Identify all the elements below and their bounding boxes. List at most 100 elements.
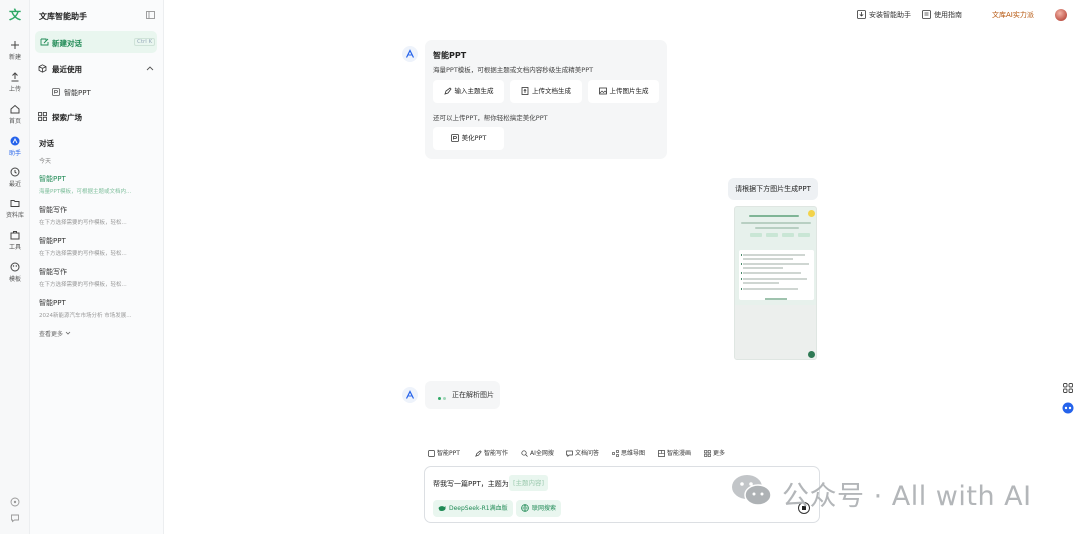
assistant-float-icon[interactable]: [1062, 402, 1074, 414]
rail-tools[interactable]: 工具: [0, 230, 30, 254]
beautify-label: 美化PPT: [461, 134, 487, 142]
conversation-item[interactable]: 智能PPT 2024新能源汽车市场分析 市场发展...: [39, 298, 157, 319]
ppt-icon: [428, 449, 435, 457]
tool-more[interactable]: 更多: [704, 448, 725, 458]
grid-icon: [38, 112, 47, 121]
rail-assistant[interactable]: 助手: [0, 136, 30, 160]
conversation-item[interactable]: 智能写作 在下方选择需要的写作模板，轻松...: [39, 205, 157, 226]
image-generate-button[interactable]: 上传图片生成: [588, 80, 659, 103]
new-chat-shortcut: Ctrl K: [134, 38, 156, 46]
user-message: 请根据下方图片生成PPT: [728, 178, 818, 200]
rail-label: 首页: [8, 118, 21, 125]
card-note: 还可以上传PPT，帮你轻松搞定美化PPT: [433, 114, 548, 122]
vip-link[interactable]: 文库AI实力派: [992, 10, 1034, 22]
apps-float-icon[interactable]: [1062, 382, 1074, 394]
explore-label: 探索广场: [52, 113, 82, 122]
user-avatar[interactable]: [1055, 9, 1067, 21]
today-label: 今天: [39, 158, 52, 165]
conversation-item[interactable]: 智能PPT 海量PPT模板，可根据主题或文档内...: [39, 174, 157, 195]
tool-smart-writing[interactable]: 智能写作: [475, 448, 508, 458]
chip-label: DeepSeek-R1满血版: [449, 505, 508, 512]
tool-smart-ppt[interactable]: 智能PPT: [428, 448, 460, 458]
conversation-title: 智能写作: [39, 206, 67, 214]
uploaded-image-thumbnail[interactable]: [734, 206, 817, 360]
sidebar-collapse-icon[interactable]: [146, 11, 155, 19]
help-icon[interactable]: [10, 497, 20, 507]
bot-avatar: [402, 387, 418, 403]
install-label: 安装智能助手: [869, 11, 911, 19]
conversation-desc: 在下方选择需要的写作模板，轻松...: [39, 282, 127, 288]
beautify-ppt-button[interactable]: 美化PPT: [433, 127, 504, 150]
conversations-title: 对话: [39, 139, 54, 148]
web-search-chip[interactable]: 联网搜索: [516, 500, 562, 517]
conversation-item[interactable]: 智能PPT 在下方选择需要的写作模板，轻松...: [39, 236, 157, 257]
new-chat-icon: [40, 38, 49, 46]
conversation-desc: 海量PPT模板，可根据主题或文档内...: [39, 189, 132, 195]
conversation-desc: 在下方选择需要的写作模板，轻松...: [39, 220, 127, 226]
watermark-text: 公众号 · All with AI: [782, 481, 1032, 512]
composer-prompt: 帮我写一篇PPT，主题为: [433, 480, 509, 488]
rail-label: 新建: [8, 54, 21, 61]
recent-item-label: 智能PPT: [64, 89, 91, 97]
tool-label: 智能漫画: [667, 450, 692, 457]
smart-ppt-card: 智能PPT 海量PPT模板，可根据主题或文档内容秒级生成精美PPT 输入主题生成…: [425, 40, 667, 159]
user-guide-button[interactable]: 使用指南: [922, 10, 962, 22]
tool-mindmap[interactable]: 思维导图: [612, 448, 645, 458]
rail-label: 工具: [8, 244, 21, 251]
ppt-icon: [52, 88, 60, 96]
chip-label: 联网搜索: [532, 505, 557, 512]
tool-doc-qa[interactable]: 文档问答: [566, 448, 599, 458]
option-label: 上传文档生成: [532, 87, 571, 95]
conversation-title: 智能PPT: [39, 175, 66, 183]
toolbox-icon: [10, 231, 20, 240]
more-grid-icon: [704, 449, 711, 457]
rail-new[interactable]: 新建: [0, 40, 30, 64]
tool-label: 智能PPT: [437, 450, 460, 457]
tool-label: 文档问答: [575, 450, 600, 457]
search-icon: [521, 449, 528, 457]
mindmap-icon: [612, 449, 619, 457]
doc-upload-icon: [521, 86, 529, 95]
left-rail: 文 新建 上传 首页 助手 最近 资料库 工具 模板: [0, 0, 30, 534]
image-icon: [598, 87, 607, 94]
topic-slot-input[interactable]: [主题内容]: [509, 475, 549, 491]
tool-label: 更多: [713, 450, 726, 457]
topic-generate-button[interactable]: 输入主题生成: [433, 80, 504, 103]
install-assistant-button[interactable]: 安装智能助手: [857, 10, 911, 22]
app-logo[interactable]: 文: [7, 7, 23, 23]
tool-label: AI全网搜: [530, 450, 554, 457]
rail-label: 最近: [8, 181, 21, 188]
tool-smart-comic[interactable]: 智能漫画: [658, 448, 691, 458]
conversation-title: 智能PPT: [39, 299, 66, 307]
rail-library[interactable]: 资料库: [0, 198, 30, 222]
guide-icon: [922, 10, 931, 19]
new-chat-button[interactable]: 新建对话 Ctrl K: [35, 31, 157, 53]
message-icon[interactable]: [10, 513, 20, 523]
bot-avatar: [402, 46, 418, 62]
cube-icon: [38, 64, 47, 73]
folder-icon: [10, 200, 20, 207]
rail-label: 上传: [8, 86, 21, 93]
deepseek-model-chip[interactable]: DeepSeek-R1满血版: [433, 500, 513, 517]
assistant-logo-icon: [405, 390, 415, 399]
install-icon: [857, 10, 866, 19]
chevron-up-icon[interactable]: [146, 65, 154, 71]
whale-icon: [438, 506, 446, 511]
rail-templates[interactable]: 模板: [0, 262, 30, 286]
conversation-item[interactable]: 智能写作 在下方选择需要的写作模板，轻松...: [39, 267, 157, 288]
tool-ai-search[interactable]: AI全网搜: [521, 448, 554, 458]
option-label: 上传图片生成: [609, 87, 649, 95]
chat-icon: [566, 450, 573, 457]
rail-home[interactable]: 首页: [0, 104, 30, 128]
upload-icon: [11, 72, 19, 82]
comic-icon: [658, 449, 665, 457]
rail-recent[interactable]: 最近: [0, 167, 30, 191]
rail-label: 助手: [8, 150, 21, 157]
rail-upload[interactable]: 上传: [0, 72, 30, 96]
card-desc: 海量PPT模板，可根据主题或文档内容秒级生成精美PPT: [433, 66, 594, 74]
see-more-link[interactable]: 查看更多: [39, 329, 71, 338]
globe-icon: [521, 504, 529, 512]
doc-generate-button[interactable]: 上传文档生成: [510, 80, 582, 103]
conversation-title: 智能PPT: [39, 237, 66, 245]
conversation-desc: 在下方选择需要的写作模板，轻松...: [39, 251, 127, 257]
